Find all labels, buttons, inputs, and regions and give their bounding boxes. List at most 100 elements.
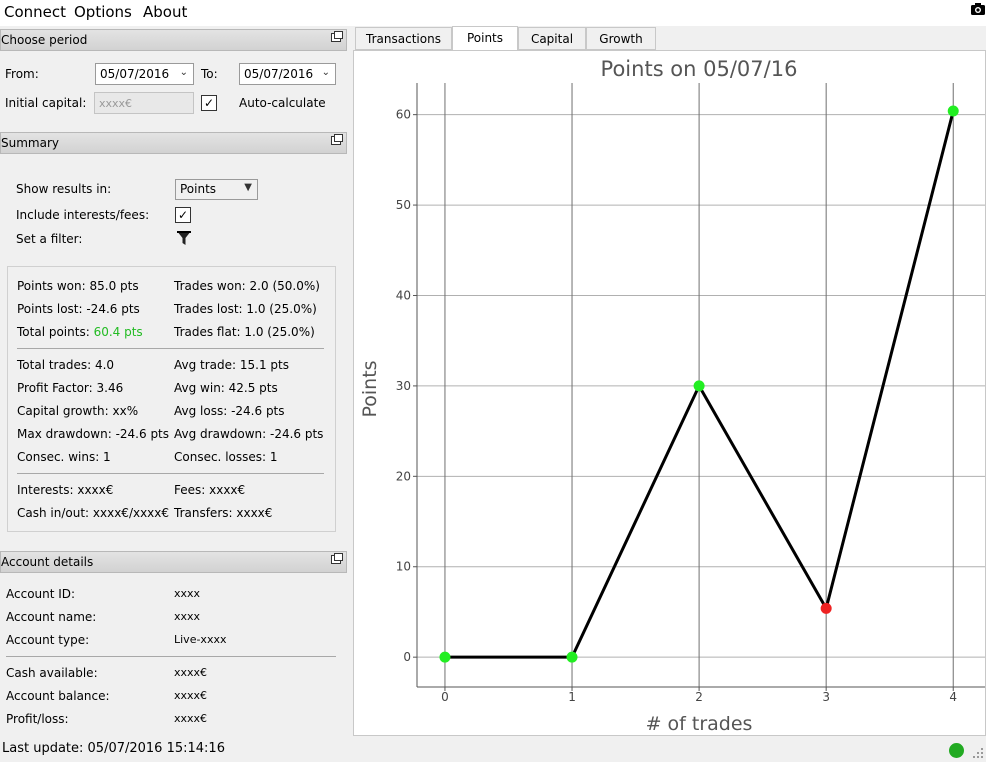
menu-connect[interactable]: Connect <box>4 3 66 21</box>
total-points: Total points: 60.4 pts <box>17 325 143 339</box>
to-label: To: <box>201 67 218 81</box>
cash-available-value: xxxx€ <box>174 666 208 679</box>
float-dock-icon[interactable] <box>331 553 343 564</box>
y-tick-label: 50 <box>396 198 411 212</box>
summary-title: Summary <box>1 136 59 150</box>
last-update-text: Last update: 05/07/2016 15:14:16 <box>2 741 225 756</box>
capital-placeholder: xxxx€ <box>99 97 133 110</box>
show-results-select[interactable]: Points ▼ <box>175 179 258 200</box>
y-tick-label: 30 <box>396 379 411 393</box>
tab-growth[interactable]: Growth <box>586 27 656 50</box>
points-lost: Points lost: -24.6 pts <box>17 302 140 316</box>
x-tick-label: 3 <box>822 690 830 704</box>
status-bar: Last update: 05/07/2016 15:14:16 <box>0 737 986 760</box>
y-tick-label: 10 <box>396 560 411 574</box>
auto-calculate-checkbox[interactable]: ✓ <box>201 95 217 111</box>
points-won: Points won: 85.0 pts <box>17 279 139 293</box>
total-points-label: Total points: <box>17 325 90 339</box>
y-tick-label: 0 <box>403 650 411 664</box>
show-results-value: Points <box>180 182 217 196</box>
from-date-value: 05/07/2016 <box>100 67 170 81</box>
points-chart-panel: 0 10 20 30 40 50 60 0 1 2 3 4 Points on 05/07/16 # of… <box>353 50 986 736</box>
tab-label: Capital <box>530 32 574 46</box>
x-tick-label: 4 <box>949 690 957 704</box>
account-title: Account details <box>1 555 94 569</box>
account-balance-label: Account balance: <box>6 689 110 703</box>
profit-factor: Profit Factor: 3.46 <box>17 381 124 395</box>
tab-capital[interactable]: Capital <box>518 27 586 50</box>
win-point <box>566 651 578 663</box>
include-fees-checkbox[interactable]: ✓ <box>175 207 191 223</box>
capital-growth: Capital growth: xx% <box>17 404 139 418</box>
avg-loss: Avg loss: -24.6 pts <box>174 404 285 418</box>
filter-label: Set a filter: <box>16 232 83 246</box>
chart-title: Points on 05/07/16 <box>601 57 798 81</box>
include-fees-label: Include interests/fees: <box>16 208 150 222</box>
summary-dock-title: Summary <box>0 132 347 154</box>
account-id-value: xxxx <box>174 587 201 600</box>
x-tick-label: 1 <box>568 690 576 704</box>
divider <box>17 473 324 474</box>
chevron-down-icon: ⌄ <box>179 67 188 78</box>
initial-capital-input[interactable]: xxxx€ <box>94 92 194 114</box>
cash-available-label: Cash available: <box>6 666 98 680</box>
divider <box>17 348 324 349</box>
account-type-label: Account type: <box>6 633 90 647</box>
account-id-label: Account ID: <box>6 587 76 601</box>
from-label: From: <box>5 67 39 81</box>
max-drawdown: Max drawdown: -24.6 pts <box>17 427 170 441</box>
tab-label: Points <box>466 31 504 45</box>
account-name-label: Account name: <box>6 610 97 624</box>
interests: Interests: xxxx€ <box>17 483 114 497</box>
y-axis-label: Points <box>359 360 381 417</box>
avg-win: Avg win: 42.5 pts <box>174 381 278 395</box>
trades-flat: Trades flat: 1.0 (25.0%) <box>174 325 315 339</box>
tab-transactions[interactable]: Transactions <box>355 27 452 50</box>
transfers: Transfers: xxxx€ <box>174 506 273 520</box>
divider <box>6 656 336 657</box>
profit-loss-label: Profit/loss: <box>6 712 69 726</box>
trades-lost: Trades lost: 1.0 (25.0%) <box>174 302 317 316</box>
account-balance-value: xxxx€ <box>174 689 208 702</box>
chevron-down-icon: ⌄ <box>321 67 330 78</box>
from-date-field[interactable]: 05/07/2016 ⌄ <box>95 63 194 85</box>
win-point <box>693 380 705 392</box>
menu-options[interactable]: Options <box>74 3 132 21</box>
float-dock-icon[interactable] <box>331 31 343 42</box>
y-tick-label: 40 <box>396 288 411 302</box>
points-chart: 0 10 20 30 40 50 60 0 1 2 3 4 Points on 05/07/16 # of… <box>359 57 985 735</box>
account-type-value: Live-xxxx <box>174 633 227 646</box>
float-dock-icon[interactable] <box>331 134 343 145</box>
x-tick-label: 0 <box>441 690 449 704</box>
loss-point <box>820 602 832 614</box>
consec-losses: Consec. losses: 1 <box>174 450 278 464</box>
connection-status-icon <box>949 743 964 758</box>
x-tick-label: 2 <box>695 690 703 704</box>
menu-about[interactable]: About <box>143 3 187 21</box>
avg-drawdown: Avg drawdown: -24.6 pts <box>174 427 324 441</box>
to-date-value: 05/07/2016 <box>244 67 314 81</box>
to-date-field[interactable]: 05/07/2016 ⌄ <box>239 63 336 85</box>
consec-wins: Consec. wins: 1 <box>17 450 111 464</box>
filter-icon[interactable] <box>176 230 192 250</box>
total-trades: Total trades: 4.0 <box>17 358 115 372</box>
y-tick-label: 20 <box>396 469 411 483</box>
auto-calculate-label: Auto-calculate <box>239 96 326 110</box>
capital-label: Initial capital: <box>5 96 87 110</box>
account-dock-title: Account details <box>0 551 347 573</box>
tab-label: Growth <box>599 32 643 46</box>
camera-icon[interactable] <box>970 2 986 19</box>
show-results-label: Show results in: <box>16 182 112 196</box>
x-axis-label: # of trades <box>646 713 753 735</box>
tab-points[interactable]: Points <box>452 26 518 51</box>
dropdown-arrow-icon: ▼ <box>244 182 252 193</box>
profit-loss-value: xxxx€ <box>174 712 208 725</box>
trades-won: Trades won: 2.0 (50.0%) <box>174 279 320 293</box>
menu-bar: Connect Options About <box>0 0 986 26</box>
avg-trade: Avg trade: 15.1 pts <box>174 358 289 372</box>
cash-inout: Cash in/out: xxxx€/xxxx€ <box>17 506 170 520</box>
win-point <box>439 651 451 663</box>
period-dock-title: Choose period <box>0 29 347 51</box>
fees: Fees: xxxx€ <box>174 483 246 497</box>
account-name-value: xxxx <box>174 610 201 623</box>
